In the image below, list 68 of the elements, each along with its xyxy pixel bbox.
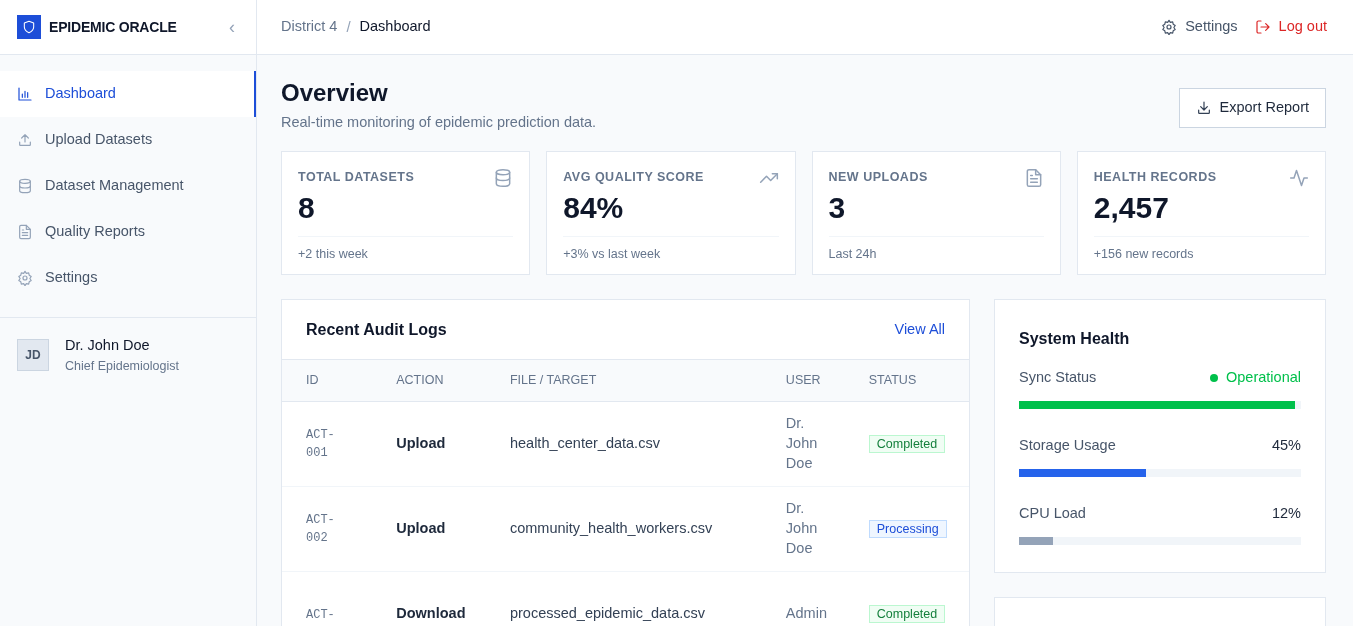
metric-value: 45% bbox=[1271, 436, 1301, 456]
stat-note: Last 24h bbox=[828, 235, 1044, 264]
page-title: Overview bbox=[281, 79, 389, 108]
log-action: Download bbox=[396, 605, 466, 622]
file-name: community_health_workers.csv bbox=[509, 520, 713, 537]
log-action: Upload bbox=[396, 435, 446, 452]
status-tag: Completed bbox=[868, 435, 946, 454]
metric-value: 12% bbox=[1271, 503, 1301, 523]
export-button[interactable]: Export Report bbox=[1178, 88, 1326, 128]
user-name: Dr. John Doe bbox=[785, 499, 819, 559]
stat-value: 84% bbox=[563, 189, 625, 226]
breadcrumb-separator: / bbox=[346, 16, 351, 37]
stat-label: TOTAL DATASETS bbox=[298, 168, 415, 186]
column-header: FILE / TARGET bbox=[485, 359, 762, 402]
log-id: ACT- bbox=[306, 607, 336, 625]
user-role: Chief Epidemiologist bbox=[65, 357, 179, 375]
status-text: Operational bbox=[1226, 368, 1301, 388]
document-icon bbox=[17, 224, 33, 240]
metric-label: Sync Status bbox=[1019, 368, 1097, 388]
stat-label: HEALTH RECORDS bbox=[1093, 168, 1217, 186]
user-name: Dr. John Doe bbox=[65, 336, 151, 355]
stat-note: +3% vs last week bbox=[563, 235, 779, 264]
status-tag: Completed bbox=[868, 605, 946, 624]
stat-note: +2 this week bbox=[298, 235, 514, 264]
user-name: Dr. John Doe bbox=[785, 414, 819, 474]
user-name: Admin bbox=[785, 604, 828, 624]
log-id: ACT-001 bbox=[306, 426, 336, 462]
nav-item[interactable]: Dataset Management bbox=[0, 163, 256, 209]
page-subtitle: Real-time monitoring of epidemic prediction data. bbox=[281, 112, 597, 132]
nav-item[interactable]: Upload Datasets bbox=[0, 117, 256, 163]
stat-label: NEW UPLOADS bbox=[828, 168, 928, 186]
log-id: ACT-002 bbox=[306, 511, 336, 547]
settings-link[interactable]: Settings bbox=[1161, 16, 1238, 38]
nav-item[interactable]: Quality Reports bbox=[0, 209, 256, 255]
log-action: Upload bbox=[396, 520, 446, 537]
panel-title: System Health bbox=[1019, 329, 1131, 350]
file-name: health_center_data.csv bbox=[509, 435, 660, 452]
panel-title: Recent Audit Logs bbox=[306, 320, 447, 341]
bar-chart-icon bbox=[17, 86, 33, 102]
stat-note: +156 new records bbox=[1093, 235, 1309, 264]
stat-value: 2,457 bbox=[1093, 189, 1170, 226]
user-avatar: JD bbox=[17, 339, 49, 372]
breadcrumb-item[interactable]: District 4 bbox=[281, 16, 338, 38]
status-tag: Processing bbox=[868, 520, 947, 539]
metric-label: Storage Usage bbox=[1019, 436, 1116, 456]
settings-icon bbox=[17, 270, 33, 286]
breadcrumb-item: Dashboard bbox=[359, 17, 431, 37]
logo-icon bbox=[17, 15, 41, 39]
nav-item[interactable]: Settings bbox=[0, 255, 256, 301]
file-name: processed_epidemic_data.csv bbox=[509, 605, 705, 622]
logout-link[interactable]: Log out bbox=[1254, 16, 1327, 38]
database-icon bbox=[17, 178, 33, 194]
stat-value: 8 bbox=[298, 189, 316, 226]
stat-value: 3 bbox=[828, 189, 847, 226]
nav-item[interactable]: Dashboard bbox=[0, 71, 256, 117]
logout-icon bbox=[1254, 19, 1271, 35]
column-header: ACTION bbox=[372, 359, 486, 402]
stat-label: AVG QUALITY SCORE bbox=[563, 168, 704, 186]
column-header: STATUS bbox=[844, 359, 969, 402]
download-icon bbox=[1195, 99, 1212, 116]
settings-icon bbox=[1161, 19, 1178, 35]
metric-label: CPU Load bbox=[1019, 503, 1086, 523]
upload-icon bbox=[17, 132, 33, 148]
brand-name: EPIDEMIC ORACLE bbox=[49, 17, 177, 37]
column-header: USER bbox=[761, 359, 845, 402]
view-all-link[interactable]: View All bbox=[894, 319, 945, 342]
column-header: ID bbox=[282, 359, 373, 402]
pulse-icon bbox=[1289, 167, 1309, 188]
